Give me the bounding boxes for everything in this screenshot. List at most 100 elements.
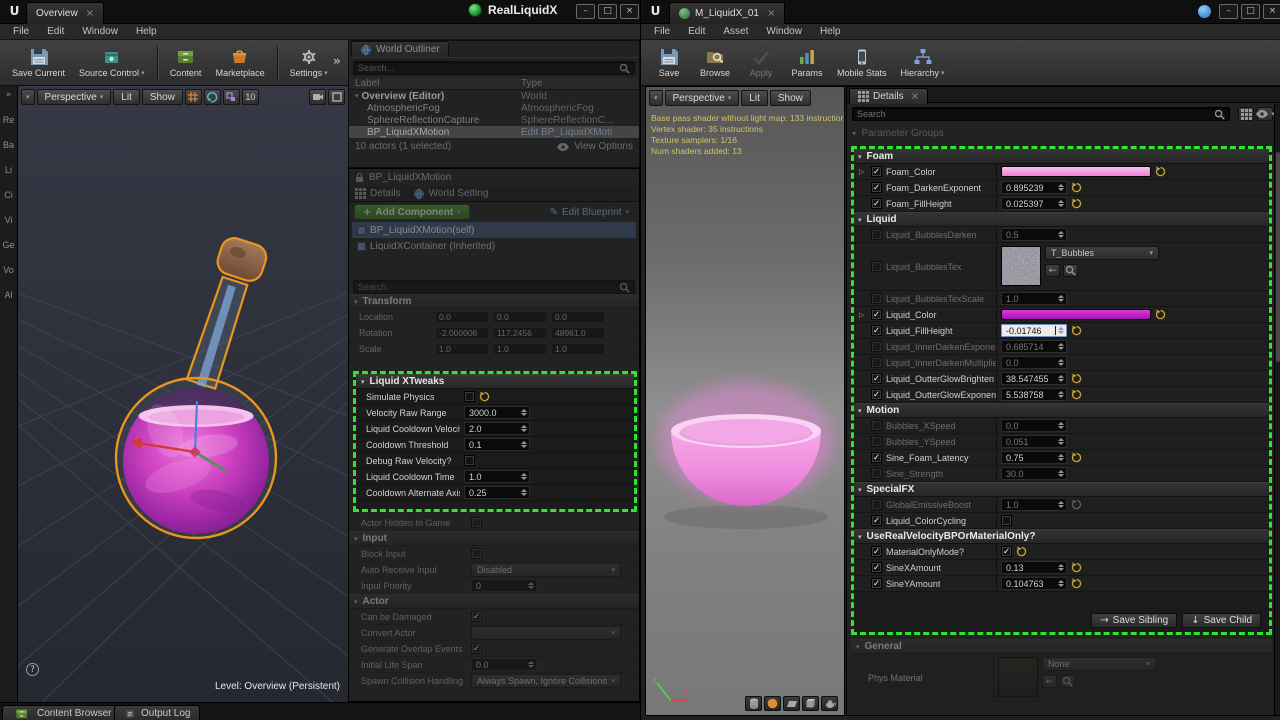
outliner-row-overview-editor[interactable]: ▾Overview (Editor)World <box>349 90 639 102</box>
group-foam[interactable]: ▾Foam <box>854 149 1269 164</box>
spinner-icon[interactable] <box>520 425 528 432</box>
level-viewport[interactable]: ▾Perspective▾LitShow10 ? Level: Overview… <box>18 86 348 702</box>
translate-snap-button[interactable] <box>185 89 202 105</box>
axis-value-field[interactable]: 48961.0 <box>551 327 605 339</box>
tab-details[interactable]: Details × <box>849 88 928 104</box>
spinner-icon[interactable] <box>1057 231 1065 238</box>
axis-value-field[interactable]: 0.0 <box>551 311 605 323</box>
axis-value-field[interactable]: 1.0 <box>435 343 489 355</box>
viewport-options-button[interactable]: ▾ <box>649 90 663 106</box>
menu-item-file[interactable]: File <box>645 24 679 40</box>
preview-mesh-sphere-button[interactable] <box>764 696 781 711</box>
use-selected-asset-button[interactable]: ← <box>1045 264 1060 277</box>
number-input[interactable]: 1.0 <box>1001 498 1067 511</box>
tab-overview[interactable]: Overview × <box>26 2 104 24</box>
details-scrollbar[interactable] <box>1274 104 1280 715</box>
param-enable-checkbox[interactable]: ✓ <box>871 546 882 557</box>
component-liquidxcontainer-inherited[interactable]: LiquidXContainer (Inherited) <box>352 238 636 254</box>
tab-output-log[interactable]: Output Log <box>114 705 200 720</box>
param-enable-checkbox[interactable] <box>871 293 882 304</box>
toolbar-settings-button[interactable]: Settings▾ <box>284 41 334 85</box>
axis-value-field[interactable]: 1.0 <box>551 343 605 355</box>
param-enable-checkbox[interactable]: ✓ <box>871 166 882 177</box>
checkbox[interactable]: ✓ <box>471 643 482 654</box>
phys-material-dropdown[interactable]: None ▾ <box>1042 657 1156 671</box>
spinner-icon[interactable] <box>520 409 528 416</box>
number-input[interactable]: 0.685714 <box>1001 340 1067 353</box>
camera-speed-button[interactable] <box>309 89 326 105</box>
grid-snap-value[interactable]: 10 <box>242 89 259 105</box>
viewport-show-button[interactable]: Show <box>770 90 811 106</box>
revert-icon[interactable] <box>1071 373 1082 384</box>
number-input[interactable]: 0.0 <box>1001 356 1067 369</box>
viewport-perspective-button[interactable]: Perspective▾ <box>665 90 740 106</box>
revert-icon[interactable] <box>1016 546 1027 557</box>
outliner-columns[interactable]: Label Type <box>349 78 639 90</box>
revert-icon[interactable] <box>1071 499 1082 510</box>
spinner-icon[interactable] <box>520 489 528 496</box>
group-liquid[interactable]: ▾Liquid <box>854 212 1269 227</box>
revert-icon[interactable] <box>1071 325 1082 336</box>
param-enable-checkbox[interactable] <box>871 261 882 272</box>
scale-snap-button[interactable] <box>223 89 240 105</box>
spinner-icon[interactable] <box>1057 501 1065 508</box>
toolbar-overflow-icon[interactable]: » <box>333 54 341 68</box>
spinner-icon[interactable] <box>1057 470 1065 477</box>
use-selected-asset-button[interactable]: ← <box>1042 675 1057 688</box>
details-search-input[interactable] <box>857 109 1211 119</box>
spinner-icon[interactable] <box>1057 343 1065 350</box>
revert-icon[interactable] <box>1071 452 1082 463</box>
menu-item-help[interactable]: Help <box>811 24 850 40</box>
spinner-icon[interactable] <box>1057 422 1065 429</box>
minimize-button[interactable]: – <box>576 4 595 19</box>
spinner-icon[interactable] <box>1057 375 1065 382</box>
parameter-groups-row[interactable]: ▸ Parameter Groups <box>847 125 1280 141</box>
maximize-viewport-button[interactable] <box>328 89 345 105</box>
caret-down-icon[interactable]: ▾ <box>355 92 359 100</box>
revert-icon[interactable] <box>1071 182 1082 193</box>
toolbar-save-current-button[interactable]: Save Current <box>6 41 71 85</box>
number-input[interactable]: 0.13 <box>1001 561 1067 574</box>
spinner-icon[interactable] <box>1057 438 1065 445</box>
xtweak-checkbox[interactable] <box>464 455 475 466</box>
axis-value-field[interactable]: 0.0 <box>435 311 489 323</box>
spinner-icon[interactable] <box>527 582 535 589</box>
number-input[interactable]: 0 <box>471 579 537 592</box>
number-input[interactable]: 2.0 <box>464 422 530 435</box>
spinner-icon[interactable] <box>1057 564 1065 571</box>
place-actors-tab-li[interactable]: Li <box>5 165 12 175</box>
group-specialfx[interactable]: ▾SpecialFX <box>854 482 1269 497</box>
feedback-icon[interactable] <box>1198 5 1211 18</box>
section-liquid-xtweaks[interactable]: ▾ Liquid XTweaks <box>356 374 634 389</box>
toolbar-save-button[interactable]: Save <box>647 41 691 85</box>
checkbox[interactable] <box>471 548 482 559</box>
param-enable-checkbox[interactable] <box>871 468 882 479</box>
number-input[interactable]: 0.025397 <box>1001 197 1067 210</box>
axis-value-field[interactable]: 117.2456 <box>493 327 547 339</box>
viewport-perspective-button[interactable]: Perspective▾ <box>37 89 112 105</box>
menu-item-asset[interactable]: Asset <box>714 24 757 40</box>
revert-icon[interactable] <box>1071 562 1082 573</box>
outliner-actor-type[interactable]: Edit BP_LiquidXMoti <box>521 127 639 138</box>
close-icon[interactable]: × <box>911 91 919 102</box>
edit-blueprint-button[interactable]: ✎Edit Blueprint▾ <box>545 204 634 220</box>
param-enable-checkbox[interactable] <box>871 357 882 368</box>
group-motion[interactable]: ▾Motion <box>854 403 1269 418</box>
number-input[interactable]: 0.0 <box>1001 419 1067 432</box>
expander-icon[interactable]: ▷ <box>859 168 867 176</box>
spinner-icon[interactable] <box>1057 295 1065 302</box>
number-input[interactable]: 0.104763 <box>1001 577 1067 590</box>
param-enable-checkbox[interactable]: ✓ <box>871 515 882 526</box>
number-input[interactable]: 3000.0 <box>464 406 530 419</box>
column-label[interactable]: Label <box>355 78 521 89</box>
group-userealvelocitybpormaterialonly[interactable]: ▾UseRealVelocityBPOrMaterialOnly? <box>854 529 1269 544</box>
close-icon[interactable]: × <box>767 8 775 19</box>
dropdown[interactable]: ▾ <box>471 626 621 640</box>
place-actors-tab-vi[interactable]: Vi <box>5 215 13 225</box>
phys-material-thumbnail[interactable] <box>998 657 1038 697</box>
details-search[interactable] <box>353 280 635 294</box>
outliner-row-atmosphericfog[interactable]: AtmosphericFogAtmosphericFog <box>349 102 639 114</box>
param-enable-checkbox[interactable]: ✓ <box>871 578 882 589</box>
maximize-button[interactable]: □ <box>1241 4 1260 19</box>
section-actor[interactable]: ▾Actor <box>349 594 639 609</box>
